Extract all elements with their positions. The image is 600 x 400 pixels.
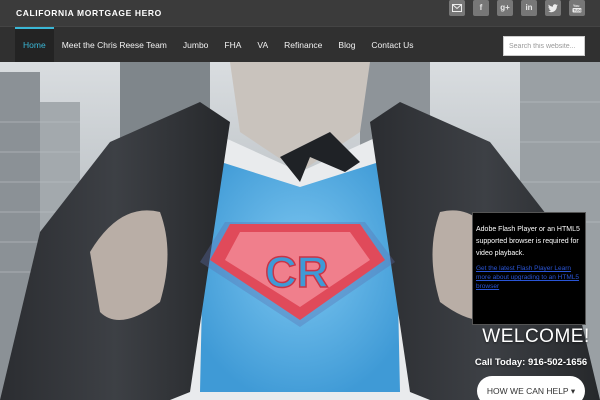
svg-text:You: You: [573, 4, 579, 8]
hero-banner: CR Adobe Flash Player or an HTML5 suppor…: [0, 62, 600, 400]
nav-item-home[interactable]: Home: [15, 27, 54, 63]
video-player[interactable]: Adobe Flash Player or an HTML5 supported…: [472, 212, 586, 325]
nav-item-refinance[interactable]: Refinance: [276, 27, 330, 63]
nav-menu: Home Meet the Chris Reese Team Jumbo FHA…: [15, 27, 421, 63]
nav-item-va[interactable]: VA: [249, 27, 276, 63]
flash-upgrade-link[interactable]: Get the latest Flash Player Learn more a…: [476, 264, 582, 291]
welcome-heading: WELCOME!: [482, 326, 590, 347]
top-bar: CALIFORNIA MORTGAGE HERO f g+ in You Tube: [0, 0, 600, 26]
site-brand[interactable]: CALIFORNIA MORTGAGE HERO: [16, 8, 162, 18]
nav-item-contact[interactable]: Contact Us: [363, 27, 421, 63]
youtube-icon[interactable]: You Tube: [569, 0, 585, 16]
search-input[interactable]: [503, 36, 585, 56]
nav-item-fha[interactable]: FHA: [216, 27, 249, 63]
emblem-letters: CR: [265, 248, 329, 297]
social-links: f g+ in You Tube: [449, 0, 585, 16]
nav-item-jumbo[interactable]: Jumbo: [175, 27, 217, 63]
google-plus-icon[interactable]: g+: [497, 0, 513, 16]
phone-number[interactable]: Call Today: 916-502-1656: [462, 357, 600, 368]
facebook-icon[interactable]: f: [473, 0, 489, 16]
svg-text:Tube: Tube: [574, 9, 582, 13]
main-navigation: Home Meet the Chris Reese Team Jumbo FHA…: [0, 26, 600, 63]
how-we-can-help-button[interactable]: HOW WE CAN HELP ▾: [477, 376, 585, 400]
mail-icon[interactable]: [449, 0, 465, 16]
linkedin-icon[interactable]: in: [521, 0, 537, 16]
flash-message: Adobe Flash Player or an HTML5 supported…: [476, 226, 580, 257]
nav-item-blog[interactable]: Blog: [330, 27, 363, 63]
twitter-icon[interactable]: [545, 0, 561, 16]
nav-item-meet-team[interactable]: Meet the Chris Reese Team: [54, 27, 175, 63]
